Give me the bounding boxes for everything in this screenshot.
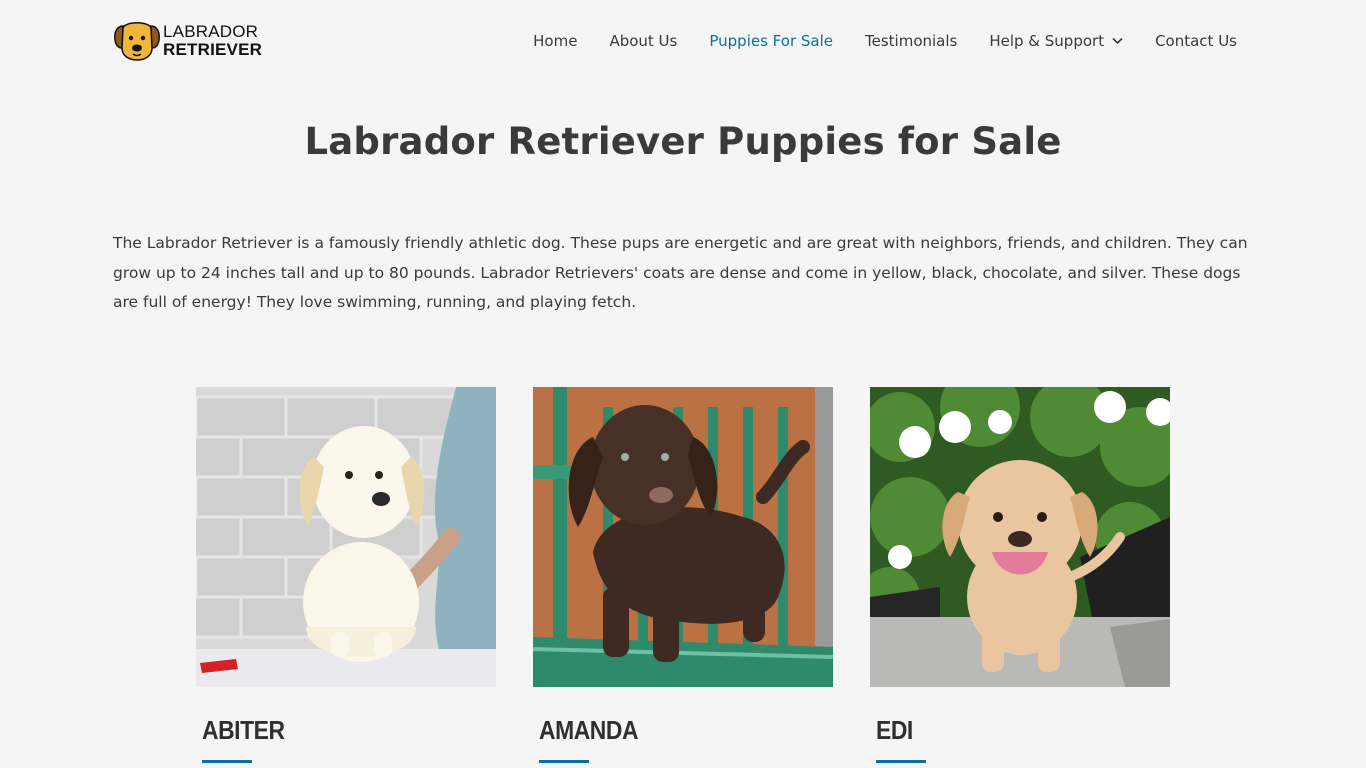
site-header: LABRADOR RETRIEVER Home About Us Puppies… bbox=[0, 0, 1366, 80]
puppy-photo[interactable] bbox=[533, 387, 833, 687]
main-nav: Home About Us Puppies For Sale Testimoni… bbox=[501, 30, 1237, 52]
puppy-photo[interactable] bbox=[196, 387, 496, 687]
page-title: Labrador Retriever Puppies for Sale bbox=[304, 120, 1062, 163]
title-underline bbox=[876, 760, 926, 763]
nav-testimonials[interactable]: Testimonials bbox=[865, 32, 957, 50]
nav-contact-us[interactable]: Contact Us bbox=[1155, 32, 1237, 50]
nav-help-support[interactable]: Help & Support bbox=[989, 32, 1123, 50]
puppy-name[interactable]: ABITER bbox=[202, 715, 285, 746]
nav-help-support-label: Help & Support bbox=[989, 32, 1105, 50]
puppy-card[interactable]: AMANDA bbox=[533, 387, 833, 763]
puppy-card[interactable]: ABITER bbox=[196, 387, 496, 763]
nav-home[interactable]: Home bbox=[533, 32, 577, 50]
intro-paragraph: The Labrador Retriever is a famously fri… bbox=[113, 234, 1248, 311]
nav-about-us[interactable]: About Us bbox=[609, 32, 677, 50]
chevron-down-icon bbox=[1112, 37, 1123, 45]
dog-face-icon bbox=[114, 22, 160, 61]
puppy-card[interactable]: EDI bbox=[870, 387, 1170, 763]
brand-line-2: RETRIEVER bbox=[163, 39, 263, 59]
puppy-photo[interactable] bbox=[870, 387, 1170, 687]
title-underline bbox=[539, 760, 589, 763]
puppy-name[interactable]: AMANDA bbox=[539, 715, 638, 746]
brand-line-1: LABRADOR bbox=[163, 21, 259, 41]
brand-name: LABRADOR RETRIEVER bbox=[163, 23, 262, 58]
puppy-name[interactable]: EDI bbox=[876, 715, 913, 746]
site-logo[interactable]: LABRADOR RETRIEVER bbox=[113, 18, 263, 62]
nav-puppies-for-sale[interactable]: Puppies For Sale bbox=[709, 32, 833, 50]
title-underline bbox=[202, 760, 252, 763]
